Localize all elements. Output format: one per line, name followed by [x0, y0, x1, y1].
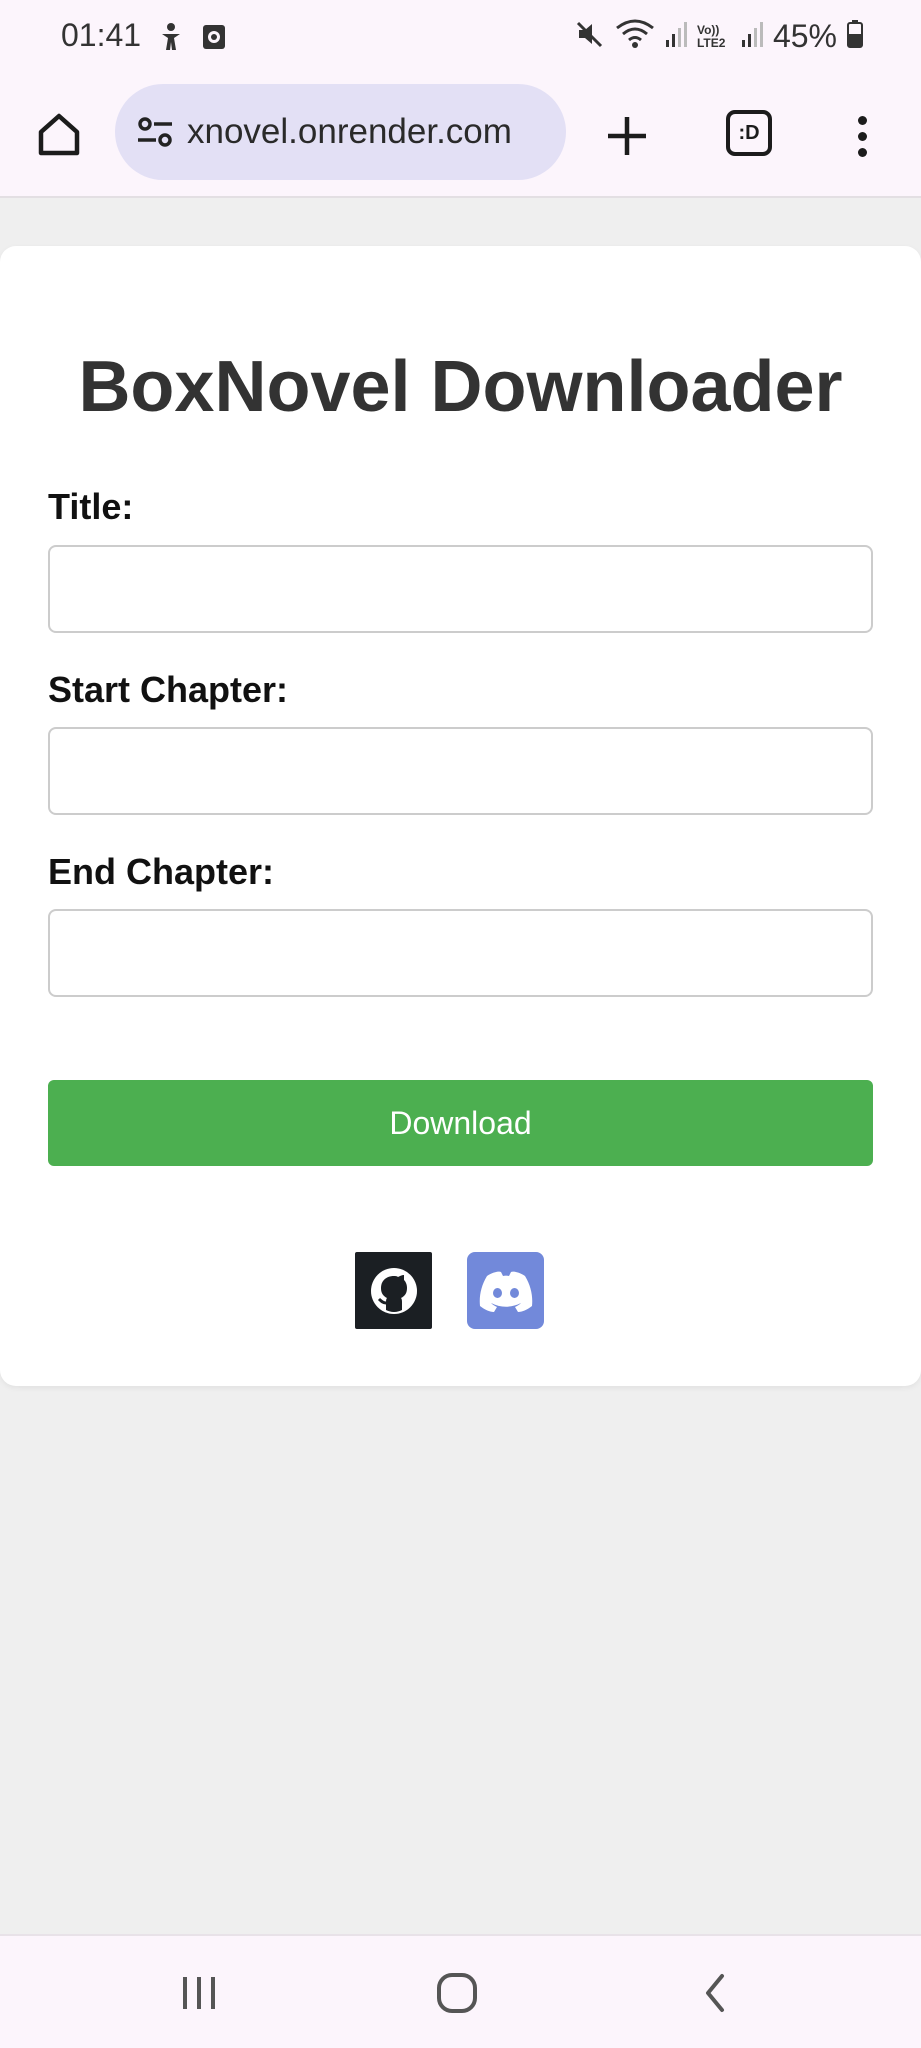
signal-icon-2 — [741, 20, 763, 53]
title-input[interactable] — [48, 545, 873, 633]
menu-dot-icon — [857, 131, 867, 141]
home-nav-button[interactable] — [427, 1966, 487, 2020]
home-icon — [38, 113, 80, 156]
end-chapter-label: End Chapter: — [48, 851, 275, 892]
tab-switcher-label: :D — [738, 121, 760, 144]
recent-apps-button[interactable] — [169, 1966, 229, 2020]
end-chapter-input[interactable] — [48, 909, 873, 997]
github-icon — [370, 1267, 417, 1314]
accessibility-icon — [158, 22, 184, 57]
mute-icon — [575, 19, 605, 54]
home-circle-icon — [437, 1973, 477, 2013]
download-button[interactable]: Download — [48, 1080, 873, 1166]
wifi-icon — [615, 18, 655, 55]
plus-icon — [608, 117, 646, 155]
start-chapter-label: Start Chapter: — [48, 669, 289, 710]
recent-apps-icon — [183, 1977, 215, 2009]
discord-icon — [479, 1271, 532, 1312]
more-options-button[interactable] — [844, 108, 880, 164]
recorder-icon — [202, 24, 226, 55]
new-tab-button[interactable] — [599, 108, 655, 164]
downloader-card: BoxNovel Downloader Title: Start Chapter… — [0, 246, 921, 1386]
menu-dot-icon — [857, 115, 867, 125]
status-right-icons: Vo)) LTE2 45% — [575, 18, 863, 55]
back-chevron-icon — [706, 1974, 724, 2012]
back-button[interactable] — [685, 1966, 745, 2020]
network-label: Vo)) LTE2 — [696, 22, 726, 50]
status-bar: 01:41 Vo)) LTE2 45% — [0, 0, 921, 78]
system-nav-bar — [0, 1934, 921, 2048]
battery-icon — [847, 20, 863, 53]
address-bar[interactable]: xnovel.onrender.com — [115, 84, 566, 180]
start-chapter-input[interactable] — [48, 727, 873, 815]
discord-link[interactable] — [467, 1252, 544, 1329]
github-link[interactable] — [355, 1252, 432, 1329]
title-label: Title: — [48, 486, 134, 527]
signal-icon-1 — [665, 20, 687, 53]
status-notification-icons — [158, 22, 226, 57]
social-links — [355, 1252, 544, 1329]
url-text[interactable]: xnovel.onrender.com — [187, 112, 512, 152]
status-time: 01:41 — [61, 17, 142, 53]
battery-percent: 45% — [772, 18, 837, 54]
tab-switcher-button[interactable]: :D — [726, 110, 772, 156]
site-settings-icon[interactable] — [135, 112, 175, 152]
page-title: BoxNovel Downloader — [78, 347, 843, 427]
menu-dot-icon — [857, 147, 867, 157]
browser-toolbar: xnovel.onrender.com :D — [0, 78, 921, 198]
home-button[interactable] — [30, 105, 88, 163]
